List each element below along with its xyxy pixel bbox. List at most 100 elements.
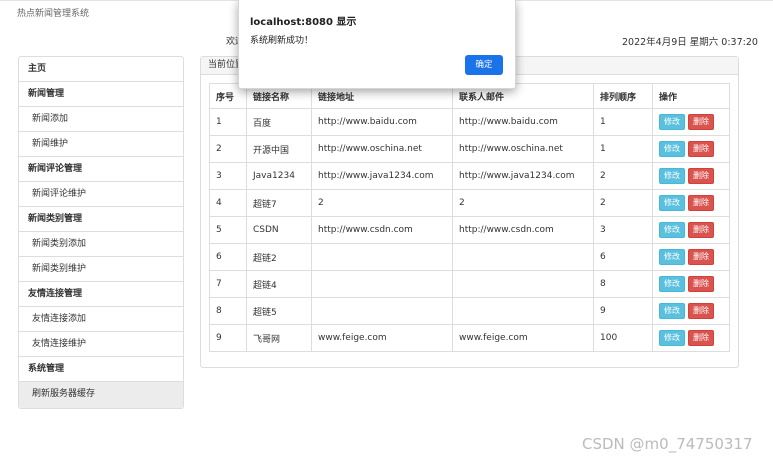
delete-button[interactable]: 删除 <box>688 168 714 184</box>
cell-order: 1 <box>593 108 653 136</box>
cell-actions: 修改 删除 <box>652 216 730 244</box>
alert-dialog: localhost:8080 显示 系统刷新成功！ 确定 <box>238 0 516 89</box>
cell-email: 2 <box>452 189 594 217</box>
table-row: 1 百度 http://www.baidu.com http://www.baidu.… <box>209 108 730 136</box>
cell-index: 8 <box>209 297 247 325</box>
cell-actions: 修改 删除 <box>652 135 730 163</box>
dialog-message: 系统刷新成功！ <box>250 36 314 46</box>
sidebar-item[interactable]: 新闻维护 <box>19 132 183 157</box>
sidebar-item[interactable]: 新闻类别维护 <box>19 257 183 282</box>
sidebar-item[interactable]: 新闻添加 <box>19 107 183 132</box>
dialog-ok-button[interactable]: 确定 <box>465 55 503 75</box>
cell-actions: 修改 删除 <box>652 324 730 352</box>
sidebar-section-header[interactable]: 新闻评论管理 <box>19 157 183 182</box>
cell-name: 飞哥网 <box>246 324 312 352</box>
table-body: 1 百度 http://www.baidu.com http://www.baidu.… <box>209 108 730 352</box>
cell-name: Java1234 <box>246 162 312 190</box>
cell-actions: 修改 删除 <box>652 108 730 136</box>
edit-button[interactable]: 修改 <box>659 195 685 211</box>
table-row: 6 超链2 6 修改 删除 <box>209 243 730 271</box>
cell-url: http://www.java1234.com <box>311 162 453 190</box>
cell-index: 3 <box>209 162 247 190</box>
edit-button[interactable]: 修改 <box>659 222 685 238</box>
sidebar-section-header[interactable]: 新闻管理 <box>19 82 183 107</box>
cell-url <box>311 270 453 298</box>
cell-order: 1 <box>593 135 653 163</box>
cell-order: 3 <box>593 216 653 244</box>
cell-order: 9 <box>593 297 653 325</box>
col-header-order: 排列顺序 <box>593 83 653 109</box>
sidebar-section-header[interactable]: 友情连接管理 <box>19 282 183 307</box>
delete-button[interactable]: 删除 <box>688 276 714 292</box>
cell-url <box>311 297 453 325</box>
cell-actions: 修改 删除 <box>652 297 730 325</box>
sidebar-item[interactable]: 友情连接添加 <box>19 307 183 332</box>
sidebar-section-header[interactable]: 系统管理 <box>19 357 183 382</box>
cell-email: http://www.baidu.com <box>452 108 594 136</box>
sidebar-item[interactable]: 新闻类别添加 <box>19 232 183 257</box>
links-table: 序号 链接名称 链接地址 联系人邮件 排列顺序 操作 1 百度 http://www… <box>209 83 730 352</box>
app-title: 热点新闻管理系统 <box>17 9 90 19</box>
delete-button[interactable]: 删除 <box>688 303 714 319</box>
table-row: 7 超链4 8 修改 删除 <box>209 270 730 298</box>
cell-order: 2 <box>593 162 653 190</box>
delete-button[interactable]: 删除 <box>688 330 714 346</box>
cell-index: 1 <box>209 108 247 136</box>
edit-button[interactable]: 修改 <box>659 141 685 157</box>
cell-name: 开源中国 <box>246 135 312 163</box>
edit-button[interactable]: 修改 <box>659 114 685 130</box>
cell-actions: 修改 删除 <box>652 270 730 298</box>
cell-url: http://www.baidu.com <box>311 108 453 136</box>
cell-order: 8 <box>593 270 653 298</box>
edit-button[interactable]: 修改 <box>659 168 685 184</box>
cell-index: 2 <box>209 135 247 163</box>
cell-name: 百度 <box>246 108 312 136</box>
datetime-display: 2022年4月9日 星期六 0:37:20 <box>622 37 758 48</box>
cell-email <box>452 297 594 325</box>
cell-email: http://www.csdn.com <box>452 216 594 244</box>
cell-name: 超链5 <box>246 297 312 325</box>
cell-url <box>311 243 453 271</box>
table-row: 9 飞哥网 www.feige.com www.feige.com 100 修改 删除 <box>209 324 730 352</box>
cell-email: http://www.java1234.com <box>452 162 594 190</box>
cell-email <box>452 243 594 271</box>
sidebar: 主页 新闻管理 新闻添加 新闻维护 新闻评论管理 新闻评论维护 新闻类别管理 新闻类别添加 新闻… <box>18 56 184 409</box>
cell-index: 5 <box>209 216 247 244</box>
cell-url: 2 <box>311 189 453 217</box>
sidebar-section-header[interactable]: 新闻类别管理 <box>19 207 183 232</box>
delete-button[interactable]: 删除 <box>688 141 714 157</box>
cell-name: 超链7 <box>246 189 312 217</box>
cell-email: http://www.oschina.net <box>452 135 594 163</box>
delete-button[interactable]: 删除 <box>688 222 714 238</box>
sidebar-item[interactable]: 新闻评论维护 <box>19 182 183 207</box>
cell-order: 2 <box>593 189 653 217</box>
cell-index: 7 <box>209 270 247 298</box>
cell-url: http://www.oschina.net <box>311 135 453 163</box>
cell-index: 6 <box>209 243 247 271</box>
cell-name: 超链4 <box>246 270 312 298</box>
cell-url: http://www.csdn.com <box>311 216 453 244</box>
cell-name: CSDN <box>246 216 312 244</box>
col-header-actions: 操作 <box>652 83 730 109</box>
delete-button[interactable]: 删除 <box>688 114 714 130</box>
cell-actions: 修改 删除 <box>652 243 730 271</box>
dialog-title: localhost:8080 显示 <box>250 17 357 28</box>
cell-name: 超链2 <box>246 243 312 271</box>
delete-button[interactable]: 删除 <box>688 195 714 211</box>
table-row: 3 Java1234 http://www.java1234.com http://w… <box>209 162 730 190</box>
main-panel: 当前位置 序号 链接名称 链接地址 联系人邮件 排列顺序 操作 1 百度 http:… <box>200 56 739 368</box>
cell-order: 100 <box>593 324 653 352</box>
cell-url: www.feige.com <box>311 324 453 352</box>
edit-button[interactable]: 修改 <box>659 276 685 292</box>
edit-button[interactable]: 修改 <box>659 330 685 346</box>
sidebar-item[interactable]: 刷新服务器缓存 <box>19 382 183 408</box>
table-row: 5 CSDN http://www.csdn.com http://www.csdn.… <box>209 216 730 244</box>
cell-actions: 修改 删除 <box>652 189 730 217</box>
sidebar-section-header[interactable]: 主页 <box>19 57 183 82</box>
edit-button[interactable]: 修改 <box>659 303 685 319</box>
delete-button[interactable]: 删除 <box>688 249 714 265</box>
edit-button[interactable]: 修改 <box>659 249 685 265</box>
sidebar-item[interactable]: 友情连接维护 <box>19 332 183 357</box>
cell-index: 4 <box>209 189 247 217</box>
cell-email: www.feige.com <box>452 324 594 352</box>
